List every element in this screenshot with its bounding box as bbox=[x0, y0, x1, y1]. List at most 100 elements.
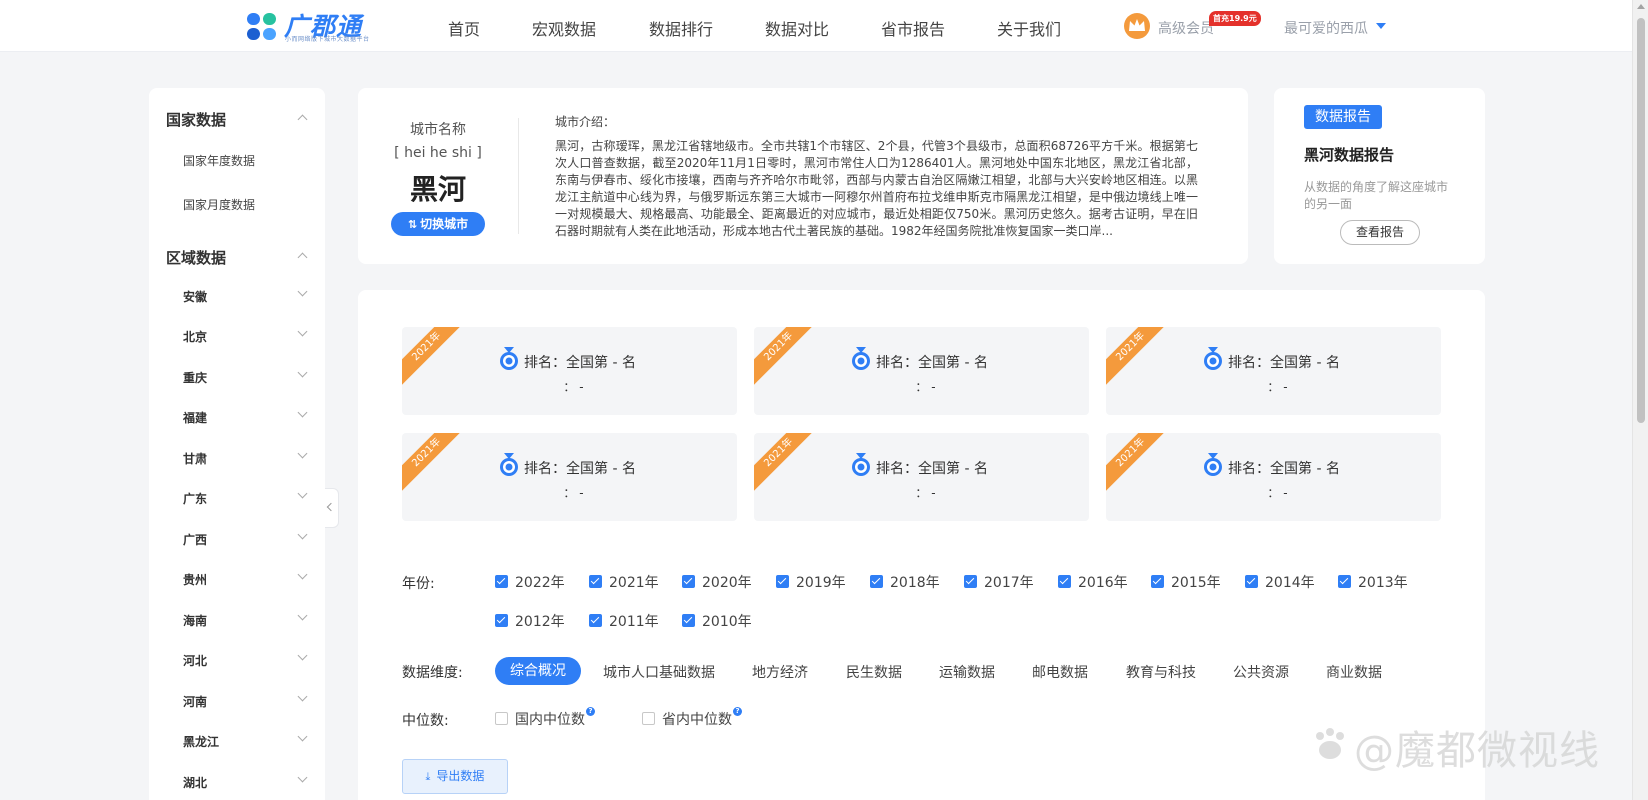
rank-value: ： - bbox=[915, 380, 936, 394]
chevron-down-icon[interactable] bbox=[297, 286, 308, 297]
rank-value: ： - bbox=[1267, 380, 1288, 394]
medal-icon bbox=[852, 347, 870, 370]
sidebar-item-fujian[interactable]: 福建 bbox=[183, 409, 207, 426]
sidebar-item-guizhou[interactable]: 贵州 bbox=[183, 571, 207, 588]
sidebar-item-national-monthly[interactable]: 国家月度数据 bbox=[183, 196, 255, 213]
sidebar-item-heilongjiang[interactable]: 黑龙江 bbox=[183, 733, 219, 750]
chevron-down-icon[interactable] bbox=[297, 650, 308, 661]
checkbox-checked-icon bbox=[1058, 575, 1071, 588]
median-label: 中位数: bbox=[402, 713, 449, 729]
rank-value: ： - bbox=[1267, 486, 1288, 500]
chevron-down-icon[interactable] bbox=[297, 488, 308, 499]
chevron-down-icon[interactable] bbox=[297, 326, 308, 337]
chevron-down-icon[interactable] bbox=[297, 367, 308, 378]
sidebar-item-guangdong[interactable]: 广东 bbox=[183, 490, 207, 507]
city-pinyin: [ hei he shi ] bbox=[394, 145, 482, 161]
nav-province-report[interactable]: 省市报告 bbox=[881, 16, 945, 40]
chevron-down-icon[interactable] bbox=[297, 610, 308, 621]
checkbox-checked-icon bbox=[682, 614, 695, 627]
nav-about-us[interactable]: 关于我们 bbox=[997, 16, 1061, 40]
rank-text: 排名：全国第 - 名 bbox=[1228, 461, 1340, 477]
sidebar-item-hubei[interactable]: 湖北 bbox=[183, 774, 207, 791]
nav-data-ranking[interactable]: 数据排行 bbox=[649, 16, 713, 40]
chevron-down-icon[interactable] bbox=[297, 529, 308, 540]
chevron-up-icon[interactable] bbox=[297, 114, 308, 125]
chevron-up-icon[interactable] bbox=[297, 252, 308, 263]
member-label: 高级会员 bbox=[1158, 21, 1214, 37]
medal-icon bbox=[1204, 347, 1222, 370]
rank-text: 排名：全国第 - 名 bbox=[876, 461, 988, 477]
switch-city-button[interactable]: ⇅ 切换城市 bbox=[391, 212, 485, 236]
checkbox-checked-icon bbox=[870, 575, 883, 588]
chevron-down-icon[interactable] bbox=[297, 407, 308, 418]
tab-overview[interactable]: 综合概况 bbox=[495, 657, 581, 685]
caret-down-icon[interactable] bbox=[1376, 23, 1386, 29]
checkbox-checked-icon bbox=[495, 575, 508, 588]
help-icon[interactable]: ? bbox=[733, 707, 742, 716]
nav-macro-data[interactable]: 宏观数据 bbox=[532, 16, 596, 40]
rank-text: 排名：全国第 - 名 bbox=[1228, 355, 1340, 371]
tab-commerce[interactable]: 商业数据 bbox=[1326, 662, 1382, 682]
checkbox-checked-icon bbox=[964, 575, 977, 588]
export-data-button[interactable]: ⤓ 导出数据 bbox=[402, 759, 508, 794]
tab-post-telecom[interactable]: 邮电数据 bbox=[1032, 662, 1088, 682]
tab-transport[interactable]: 运输数据 bbox=[939, 662, 995, 682]
chevron-down-icon[interactable] bbox=[297, 448, 308, 459]
checkbox-checked-icon bbox=[682, 575, 695, 588]
report-title: 黑河数据报告 bbox=[1304, 146, 1395, 164]
scroll-up-arrow-icon[interactable] bbox=[1637, 4, 1645, 9]
sidebar-item-guangxi[interactable]: 广西 bbox=[183, 531, 207, 548]
medal-icon bbox=[852, 453, 870, 476]
watermark-text: @魔都微视线 bbox=[1354, 728, 1600, 774]
chevron-down-icon[interactable] bbox=[297, 691, 308, 702]
download-icon: ⤓ bbox=[425, 770, 431, 783]
help-icon[interactable]: ? bbox=[586, 707, 595, 716]
rank-text: 排名：全国第 - 名 bbox=[876, 355, 988, 371]
chevron-down-icon[interactable] bbox=[297, 569, 308, 580]
checkbox-checked-icon bbox=[589, 614, 602, 627]
checkbox-checked-icon bbox=[495, 614, 508, 627]
tab-public-resources[interactable]: 公共资源 bbox=[1233, 662, 1289, 682]
checkbox-empty-icon bbox=[642, 712, 655, 725]
sidebar-item-gansu[interactable]: 甘肃 bbox=[183, 450, 207, 467]
nav-home[interactable]: 首页 bbox=[448, 16, 480, 40]
sidebar-item-national-annual[interactable]: 国家年度数据 bbox=[183, 152, 255, 169]
logo[interactable]: 广郡通 小而网络版下城市大数据平台 bbox=[245, 9, 395, 45]
user-name[interactable]: 最可爱的西瓜 bbox=[1284, 18, 1368, 38]
sidebar-section-national[interactable]: 国家数据 bbox=[166, 109, 226, 130]
rank-card: 2021年 排名：全国第 - 名 ： - bbox=[1106, 433, 1441, 521]
nav-data-compare[interactable]: 数据对比 bbox=[765, 16, 829, 40]
city-label: 城市名称 bbox=[410, 122, 466, 138]
tab-education-tech[interactable]: 教育与科技 bbox=[1126, 662, 1196, 682]
logo-subtitle: 小而网络版下城市大数据平台 bbox=[285, 36, 370, 43]
tab-livelihood[interactable]: 民生数据 bbox=[846, 662, 902, 682]
report-description: 从数据的角度了解这座城市的另一面 bbox=[1304, 180, 1449, 211]
checkbox-checked-icon bbox=[1245, 575, 1258, 588]
tab-local-economy[interactable]: 地方经济 bbox=[752, 662, 808, 682]
medal-icon bbox=[1204, 453, 1222, 476]
view-report-button[interactable]: 查看报告 bbox=[1340, 220, 1420, 245]
chevron-down-icon[interactable] bbox=[297, 772, 308, 783]
rank-card: 2021年 排名：全国第 - 名 ： - bbox=[754, 327, 1089, 415]
rank-card: 2021年 排名：全国第 - 名 ： - bbox=[754, 433, 1089, 521]
divider bbox=[518, 118, 519, 234]
sidebar-item-chongqing[interactable]: 重庆 bbox=[183, 369, 207, 386]
sidebar-collapse-toggle[interactable] bbox=[325, 488, 339, 528]
checkbox-checked-icon bbox=[1151, 575, 1164, 588]
sidebar-item-hainan[interactable]: 海南 bbox=[183, 612, 207, 629]
chevron-down-icon[interactable] bbox=[297, 731, 308, 742]
page-scrollbar[interactable] bbox=[1632, 0, 1648, 800]
rank-value: ： - bbox=[563, 380, 584, 394]
tab-population[interactable]: 城市人口基础数据 bbox=[603, 662, 715, 682]
sidebar-section-regional[interactable]: 区域数据 bbox=[166, 247, 226, 268]
intro-label: 城市介绍： bbox=[555, 115, 616, 129]
promo-badge: 首充19.9元 bbox=[1209, 11, 1261, 26]
checkbox-checked-icon bbox=[1338, 575, 1351, 588]
sidebar-item-henan[interactable]: 河南 bbox=[183, 693, 207, 710]
crown-icon bbox=[1124, 13, 1150, 39]
scrollbar-thumb[interactable] bbox=[1637, 18, 1645, 423]
sidebar-item-beijing[interactable]: 北京 bbox=[183, 328, 207, 345]
city-name: 黑河 bbox=[409, 173, 466, 206]
sidebar-item-hebei[interactable]: 河北 bbox=[183, 652, 207, 669]
sidebar-item-anhui[interactable]: 安徽 bbox=[183, 288, 207, 305]
